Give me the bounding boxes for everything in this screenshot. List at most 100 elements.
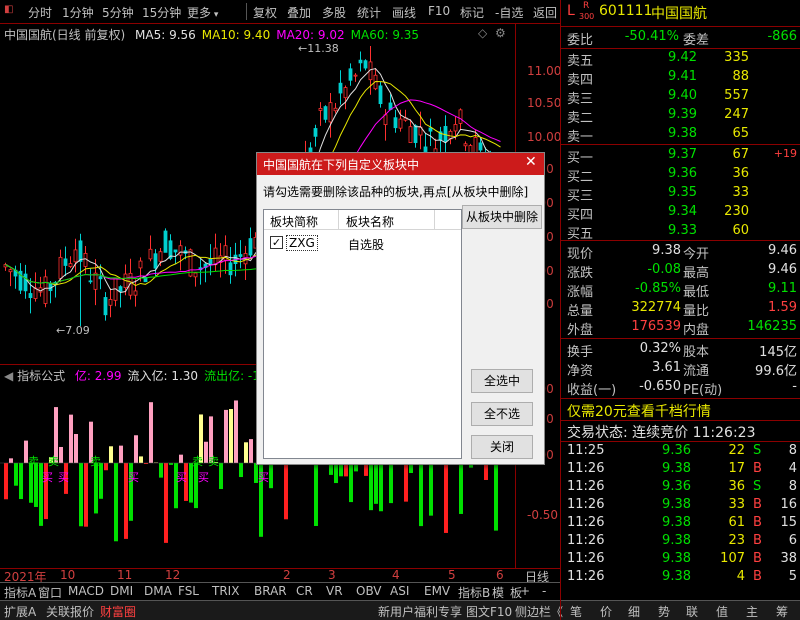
indicator-values: 亿: 2.99 流入亿: 1.30 流出亿: -1.6: [69, 369, 271, 383]
order-level[interactable]: 买四 9.34 230: [561, 204, 800, 223]
order-level[interactable]: 卖五 9.42 335: [561, 50, 800, 69]
indicator-tick: -0.50: [527, 508, 559, 522]
tick-time: 11:26: [567, 479, 605, 494]
toolbar-f10[interactable]: F10: [428, 4, 450, 18]
checkbox[interactable]: ✓: [270, 236, 283, 249]
order-level[interactable]: 卖四 9.41 88: [561, 69, 800, 88]
buy-mark: 买: [258, 471, 269, 484]
toolbar-fenshi[interactable]: 分时: [28, 4, 52, 21]
indicator-tab[interactable]: 模: [492, 584, 504, 601]
date-tick: 4: [392, 568, 400, 582]
block-list[interactable]: 板块简称 板块名称 ✓ ZXG 自选股: [263, 209, 462, 459]
sell-mark: 卖: [192, 455, 203, 468]
stat-label: 涨跌: [567, 266, 594, 281]
tick-count: 15: [780, 515, 797, 530]
indicator-tab[interactable]: TRIX: [212, 584, 239, 598]
inflow-bar: [179, 454, 183, 463]
indicator-tab[interactable]: EMV: [424, 584, 450, 598]
tick-time: 11:26: [567, 551, 605, 566]
indicator-tab[interactable]: 指标A: [4, 584, 36, 601]
settings-icon[interactable]: ⚙: [495, 26, 506, 40]
toolbar-fuquan[interactable]: 复权: [253, 4, 277, 21]
toolbar-15min[interactable]: 15分钟: [142, 4, 181, 21]
candle: [68, 256, 73, 268]
level-label: 买四: [567, 208, 594, 223]
toolbar-more[interactable]: 更多 ▾: [187, 4, 218, 21]
toolbar-diejia[interactable]: 叠加: [287, 4, 311, 21]
toolbar-5min[interactable]: 5分钟: [102, 4, 134, 21]
sell-mark: 卖: [208, 455, 219, 468]
weibi-label: 委比: [567, 33, 594, 48]
order-level[interactable]: 买五 9.33 60: [561, 223, 800, 242]
candle: [393, 109, 398, 133]
indicator-tab[interactable]: MACD: [68, 584, 104, 598]
outflow-bar: [84, 463, 88, 527]
order-level[interactable]: 买三 9.35 33: [561, 185, 800, 204]
stat-label: 流通: [683, 364, 710, 379]
promo-row[interactable]: 仅需20元查看千档行情: [561, 401, 800, 421]
toolbar-1min[interactable]: 1分钟: [62, 4, 94, 21]
tick-side: B: [753, 533, 762, 548]
list-item[interactable]: ✓ ZXG 自选股: [266, 234, 456, 252]
close-icon[interactable]: ✕: [525, 154, 537, 170]
quote-header: L R 300 601111 中国国航: [561, 1, 800, 25]
toolbar-back[interactable]: 返回: [533, 4, 557, 21]
indicator-tab[interactable]: OBV: [356, 584, 382, 598]
stat-value: 322774: [631, 300, 681, 315]
indicator-tab[interactable]: CR: [296, 584, 313, 598]
candle: [353, 73, 358, 82]
toolbar-biaoji[interactable]: 标记: [460, 4, 484, 21]
stat-value: -0.08: [647, 262, 681, 277]
candle: [178, 240, 183, 271]
indicator-tab[interactable]: 指标B: [458, 584, 490, 601]
select-none-button[interactable]: 全不选: [471, 402, 533, 426]
indicator-title[interactable]: 指标公式: [17, 369, 65, 383]
order-level[interactable]: 卖三 9.40 557: [561, 88, 800, 107]
status-item[interactable]: 图文F10: [466, 603, 512, 620]
outflow-bar: [219, 463, 223, 490]
indicator-tab[interactable]: DMI: [110, 584, 133, 598]
close-button[interactable]: 关闭: [471, 435, 533, 459]
inflow-bar: [229, 409, 233, 463]
indicator-value: 亿: 2.99: [74, 369, 122, 383]
status-item[interactable]: 扩展A: [4, 603, 36, 620]
order-level[interactable]: 买一 9.37 67 +19: [561, 147, 800, 166]
toolbar-huaxian[interactable]: 画线: [392, 4, 416, 21]
select-all-button[interactable]: 全选中: [471, 369, 533, 393]
stat-value: 9.46: [768, 243, 797, 258]
panel-icon[interactable]: ◧: [4, 4, 13, 15]
outflow-bar: [79, 463, 83, 527]
order-level[interactable]: 卖二 9.39 247: [561, 107, 800, 126]
ma-legend: MA5: 9.56 MA10: 9.40 MA20: 9.02 MA60: 9.35: [129, 28, 419, 42]
l2-badge[interactable]: L: [567, 3, 575, 19]
stat-value: 146235: [747, 319, 797, 334]
status-item[interactable]: 关联报价: [46, 603, 94, 620]
indicator-tab[interactable]: FSL: [178, 584, 199, 598]
expand-icon[interactable]: ◀: [4, 369, 13, 383]
col-short-name[interactable]: 板块简称: [270, 213, 318, 230]
status-item[interactable]: 财富圈: [100, 603, 136, 620]
indicator-tab[interactable]: ASI: [390, 584, 409, 598]
toolbar-duogu[interactable]: 多股: [322, 4, 346, 21]
level-volume: 65: [732, 126, 749, 141]
promo-text[interactable]: 仅需20元查看千档行情: [567, 401, 711, 421]
diamond-icon[interactable]: ◇: [478, 26, 487, 40]
col-block-name[interactable]: 板块名称: [346, 213, 394, 230]
indicator-tab[interactable]: VR: [326, 584, 343, 598]
indicator-tab[interactable]: DMA: [144, 584, 172, 598]
order-level[interactable]: 买二 9.36 36: [561, 166, 800, 185]
status-item[interactable]: 侧边栏《: [515, 603, 563, 620]
dialog-titlebar[interactable]: 中国国航在下列自定义板块中 ✕: [257, 153, 544, 175]
candle: [328, 93, 333, 138]
stock-code: 601111: [599, 3, 653, 19]
indicator-tab[interactable]: 窗口: [38, 584, 62, 601]
order-level[interactable]: 卖一 9.38 65: [561, 126, 800, 145]
status-item[interactable]: 新用户福利专享: [378, 603, 462, 620]
indicator-tab[interactable]: BRAR: [254, 584, 287, 598]
level-change: +19: [773, 147, 797, 160]
toolbar-tongji[interactable]: 统计: [357, 4, 381, 21]
tick-side: B: [753, 497, 762, 512]
toolbar-remove-zixuan[interactable]: -自选: [495, 4, 523, 21]
delete-from-block-button[interactable]: 从板块中删除: [462, 205, 542, 229]
stat-label: 股本: [683, 345, 710, 360]
